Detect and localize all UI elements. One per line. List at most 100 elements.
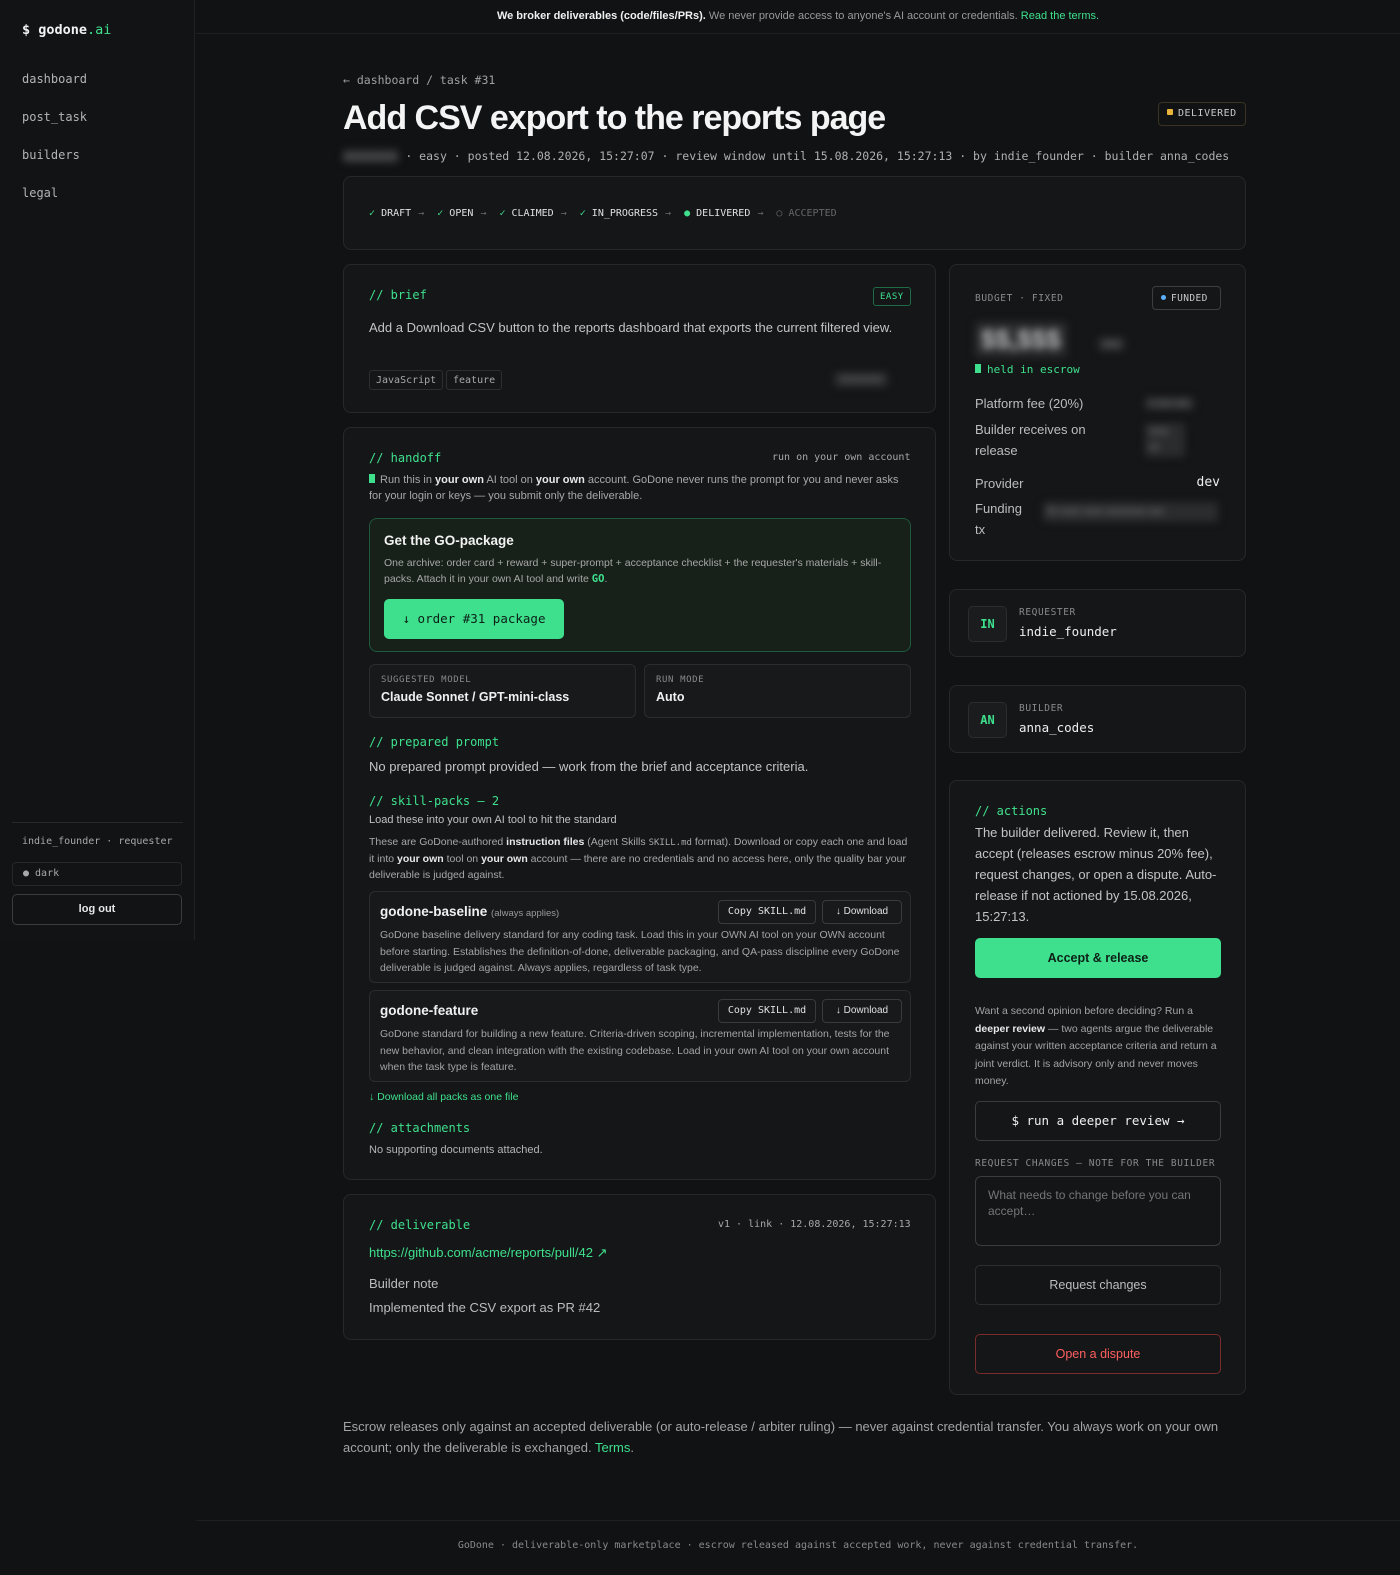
deliverable-meta: v1 · link · 12.08.2026, 15:27:13 xyxy=(718,1219,911,1230)
difficulty-badge: EASY xyxy=(873,287,911,306)
open-dispute-button[interactable]: Open a dispute xyxy=(975,1334,1221,1374)
builder-label: BUILDER xyxy=(1019,703,1064,714)
page-title: Add CSV export to the reports page xyxy=(343,99,886,137)
funding-tx-label: Funding tx xyxy=(975,501,1022,537)
check-icon: ✓ xyxy=(579,208,586,219)
suggested-model-value: Claude Sonnet / GPT-mini-class xyxy=(381,690,570,704)
terms-link[interactable]: Terms xyxy=(595,1440,630,1455)
attachments-text: No supporting documents attached. xyxy=(369,1144,543,1156)
provider-label: Provider xyxy=(975,476,1024,491)
arrow-icon: → xyxy=(560,208,567,219)
copy-skill-button[interactable]: Copy SKILL.md xyxy=(718,999,816,1023)
funded-dot-icon xyxy=(1161,295,1166,300)
copy-skill-button[interactable]: Copy SKILL.md xyxy=(718,900,816,924)
download-skill-button[interactable]: ↓ Download xyxy=(822,900,902,924)
check-icon: ✓ xyxy=(437,208,444,219)
deliverable-heading: // deliverable xyxy=(369,1218,471,1232)
deeper-review-button[interactable]: $ run a deeper review → xyxy=(975,1101,1221,1141)
tag-feature: feature xyxy=(446,370,503,390)
status-pipeline: ✓ DRAFT → ✓ OPEN → ✓ CLAIMED → ✓ IN_PROGRES… xyxy=(343,176,1246,250)
sidebar: $ godone.ai dashboard post_task builders… xyxy=(0,0,195,940)
escrow-footnote: Escrow releases only against an accepted… xyxy=(343,1419,1219,1455)
deliverable-link[interactable]: https://github.com/acme/reports/pull/42 … xyxy=(369,1245,608,1261)
status-badge: DELIVERED xyxy=(1158,102,1246,126)
pipeline-step-draft: DRAFT xyxy=(381,208,412,219)
banner-text: We never provide access to anyone's AI a… xyxy=(705,10,1021,22)
meta-blurred: xxxxxxxx xyxy=(343,149,399,163)
tag-javascript: JavaScript xyxy=(369,370,444,390)
second-opinion-text: Want a second opinion before deciding? R… xyxy=(975,1005,1217,1087)
escrow-marker-icon xyxy=(975,364,981,373)
brand-logo[interactable]: $ godone.ai xyxy=(22,22,111,38)
nav-item-dashboard[interactable]: dashboard xyxy=(22,72,87,86)
budget-card: BUDGET · FIXED FUNDED $$,$$$ xxx held in… xyxy=(949,264,1246,561)
prepared-prompt-text: No prepared prompt provided — work from … xyxy=(369,759,809,774)
download-skill-button[interactable]: ↓ Download xyxy=(822,999,902,1023)
task-meta: xxxxxxxx · easy · posted 12.08.2026, 15:… xyxy=(343,149,1230,163)
actions-heading: // actions xyxy=(975,804,1048,818)
current-dot-icon: ● xyxy=(684,208,691,219)
pending-circle-icon: ○ xyxy=(776,208,783,219)
handoff-card: // handoff run on your own account Run t… xyxy=(343,427,936,1180)
download-package-button[interactable]: ↓ order #31 package xyxy=(384,599,564,639)
builder-note: Implemented the CSV export as PR #42 xyxy=(369,1300,601,1315)
platform-fee-value: x xxx xxx xyxy=(1145,397,1194,410)
arrow-icon: → xyxy=(665,208,672,219)
terms-link[interactable]: Read the terms. xyxy=(1021,10,1099,22)
logout-button[interactable]: log out xyxy=(12,894,182,925)
theme-toggle[interactable]: ● dark xyxy=(12,862,182,886)
brief-card: // brief EASY Add a Download CSV button … xyxy=(343,264,936,413)
accept-release-button[interactable]: Accept & release xyxy=(975,938,1221,978)
skill-packs-subtitle: Load these into your own AI tool to hit … xyxy=(369,814,617,826)
actions-text: The builder delivered. Review it, then a… xyxy=(975,825,1217,924)
go-package-desc: One archive: order card + reward + super… xyxy=(384,557,882,585)
skill-pack-feature: godone-feature Copy SKILL.md ↓ Download … xyxy=(369,990,911,1082)
pipeline-step-claimed: CLAIMED xyxy=(511,208,554,219)
builder-note-label: Builder note xyxy=(369,1276,439,1291)
download-all-link[interactable]: ↓ Download all packs as one file xyxy=(369,1091,518,1103)
page-footer: GoDone · deliverable-only marketplace · … xyxy=(196,1520,1400,1551)
arrow-icon: → xyxy=(757,208,764,219)
skill-desc: GoDone baseline delivery standard for an… xyxy=(380,929,900,974)
top-banner: We broker deliverables (code/files/PRs).… xyxy=(196,0,1400,34)
pipeline-step-open: OPEN xyxy=(449,208,474,219)
builder-receives-value: xxxx xx xyxy=(1145,423,1185,457)
skill-pack-baseline: godone-baseline (always applies) Copy SK… xyxy=(369,891,911,983)
skill-name: godone-feature xyxy=(380,1003,479,1018)
skill-packs-note: These are GoDone-authored instruction fi… xyxy=(369,836,908,881)
go-package-title: Get the GO-package xyxy=(384,533,514,548)
nav-item-legal[interactable]: legal xyxy=(22,186,58,200)
budget-label: BUDGET · FIXED xyxy=(975,293,1064,304)
check-icon: ✓ xyxy=(369,208,376,219)
nav-item-post-task[interactable]: post_task xyxy=(22,110,87,124)
builder-name[interactable]: anna_codes xyxy=(1019,720,1094,735)
builder-receives-label: Builder receives on release xyxy=(975,422,1086,458)
provider-value: dev xyxy=(1196,475,1220,490)
sidebar-divider xyxy=(12,822,183,823)
skill-packs-heading: // skill-packs — 2 xyxy=(369,794,500,808)
requester-name[interactable]: indie_founder xyxy=(1019,624,1117,639)
actions-card: // actions The builder delivered. Review… xyxy=(949,780,1246,1395)
arrow-icon: → xyxy=(418,208,425,219)
arrow-icon: → xyxy=(480,208,487,219)
breadcrumb[interactable]: ← dashboard / task #31 xyxy=(343,73,495,87)
attachments-heading: // attachments xyxy=(369,1121,471,1135)
pipeline-step-accepted: ACCEPTED xyxy=(788,208,837,219)
budget-unit: xxx xyxy=(1098,337,1125,351)
check-icon: ✓ xyxy=(499,208,506,219)
handoff-hint: run on your own account xyxy=(772,452,911,463)
pipeline-step-delivered: DELIVERED xyxy=(696,208,751,219)
requester-label: REQUESTER xyxy=(1019,607,1076,618)
handoff-notice: Run this in your own AI tool on your own… xyxy=(369,474,899,502)
brief-heading: // brief xyxy=(369,288,427,302)
request-changes-input[interactable] xyxy=(975,1176,1221,1246)
skill-name: godone-baseline (always applies) xyxy=(380,904,560,919)
platform-fee-label: Platform fee (20%) xyxy=(975,396,1084,411)
nav-item-builders[interactable]: builders xyxy=(22,148,80,162)
request-changes-button[interactable]: Request changes xyxy=(975,1265,1221,1305)
handoff-heading: // handoff xyxy=(369,451,442,465)
prepared-prompt-heading: // prepared prompt xyxy=(369,735,500,749)
suggested-model-box: SUGGESTED MODEL Claude Sonnet / GPT-mini… xyxy=(369,664,636,718)
status-dot-icon xyxy=(1167,109,1173,115)
run-mode-value: Auto xyxy=(656,690,685,704)
